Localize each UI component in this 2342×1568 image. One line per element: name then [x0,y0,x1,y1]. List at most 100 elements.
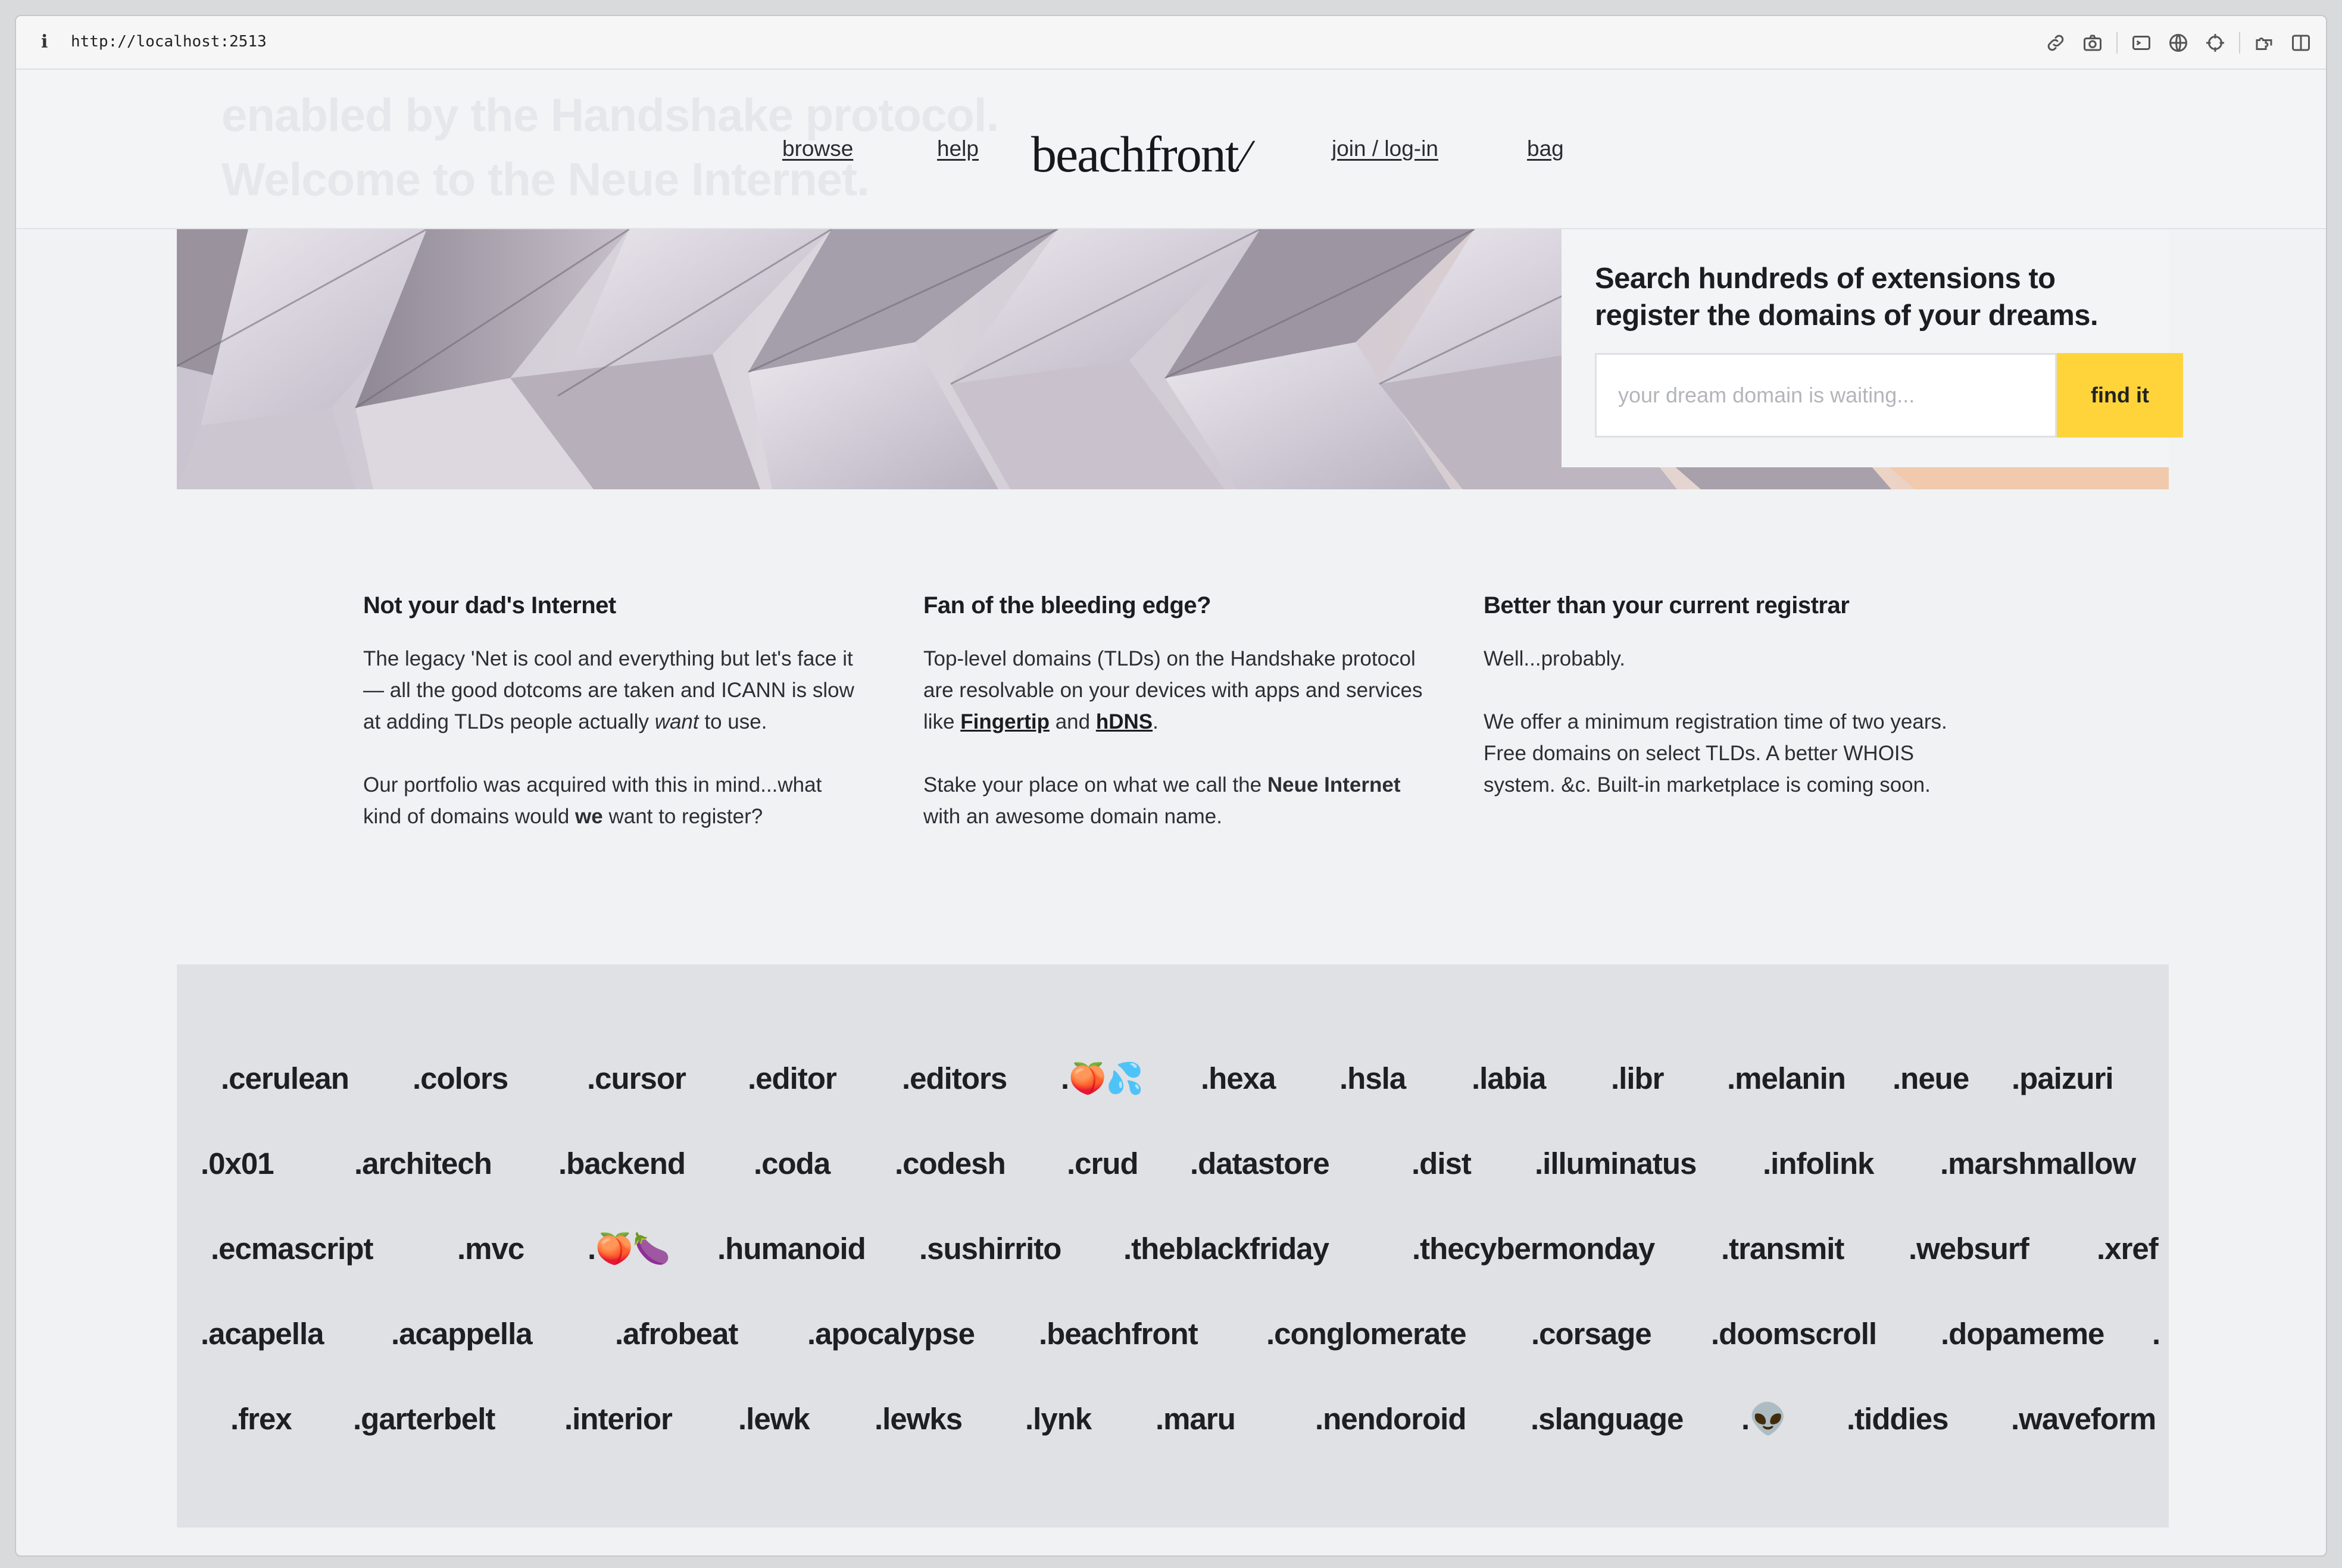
tld-link[interactable]: .illuminatus [1535,1146,1697,1181]
tld-link[interactable]: .corsage [1531,1316,1652,1351]
tld-link[interactable]: .apocalypse [807,1316,975,1351]
tld-link[interactable]: .lewk [738,1401,810,1436]
tld-link[interactable]: .transmit [1721,1231,1844,1266]
tld-link[interactable]: .mvc [457,1231,524,1266]
tld-link[interactable]: .paizuri [2012,1061,2114,1096]
tld-link[interactable]: .websurf [1909,1231,2029,1266]
feature-column: Not your dad's Internet The legacy 'Net … [363,592,863,832]
text: want to register? [602,805,763,828]
tld-link[interactable]: .editor [748,1061,837,1096]
tld-link[interactable]: .🍑💦 [1061,1061,1144,1097]
text: with an awesome domain name. [923,805,1222,828]
tld-link[interactable]: .conglomerate [1266,1316,1467,1351]
tld-link[interactable]: .backend [558,1146,686,1181]
site-header: enabled by the Handshake protocol. Welco… [16,70,2326,229]
feature-paragraph: Well...probably. [1484,647,1625,670]
tld-link[interactable]: .tiddies [1847,1401,1949,1436]
strong-text: Neue Internet [1267,773,1401,797]
tld-link[interactable]: .nendoroid [1315,1401,1466,1436]
tld-link[interactable]: .ecmascript [211,1231,373,1266]
browser-window: i http://localhost:2513 enabled by the H… [15,15,2327,1557]
link-icon[interactable] [2043,30,2069,56]
tld-link[interactable]: .lewks [875,1401,963,1436]
tld-link[interactable]: .codesh [895,1146,1006,1181]
tld-link[interactable]: .afrobeat [615,1316,738,1351]
tld-link[interactable]: .waveform [2011,1401,2156,1436]
tld-link[interactable]: .architech [354,1146,492,1181]
feature-paragraph: Our portfolio was acquired with this in … [363,769,863,832]
domain-search-input[interactable] [1595,353,2057,438]
tld-panel: .cerulean .colors .cursor .editor .edito… [177,964,2169,1528]
tld-link[interactable]: .slanguage [1531,1401,1684,1436]
address-bar[interactable]: http://localhost:2513 [71,33,267,51]
text: to use. [698,710,767,733]
tld-link[interactable]: .beachfront [1039,1316,1198,1351]
tld-link[interactable]: .humanoid [717,1231,866,1266]
nav-help[interactable]: help [937,136,979,161]
tld-link[interactable]: .coda [754,1146,830,1181]
tld-link[interactable]: .acapella [201,1316,324,1351]
tld-link[interactable]: .dist [1412,1146,1472,1181]
tld-link[interactable]: .acappella [391,1316,533,1351]
globe-icon[interactable] [2165,30,2191,56]
feature-paragraph: Stake your place on what we call the Neu… [923,769,1423,832]
text: Stake your place on what we call the [923,773,1267,797]
tld-link[interactable]: .editors [902,1061,1007,1096]
terminal-icon[interactable] [2128,30,2154,56]
tld-link[interactable]: .datastore [1190,1146,1330,1181]
fingertip-link[interactable]: Fingertip [960,710,1050,733]
find-it-button[interactable]: find it [2057,353,2183,438]
nav-join-login[interactable]: join / log-in [1332,136,1438,161]
site-logo[interactable]: beachfront/ [1031,124,1257,184]
toolbar-divider [2239,32,2240,54]
tld-link[interactable]: .infolink [1763,1146,1874,1181]
tld-link[interactable]: .libr [1611,1061,1665,1096]
tld-link[interactable]: .frex [230,1401,292,1436]
camera-icon[interactable] [2079,30,2106,56]
emphasis-text: want [654,710,699,733]
toolbar-divider [2116,32,2118,54]
tld-link[interactable]: .xref [2097,1231,2159,1266]
tld-link[interactable]: .0x01 [201,1146,274,1181]
tld-link[interactable]: .interior [564,1401,673,1436]
nav-browse[interactable]: browse [782,136,853,161]
feature-title: Fan of the bleeding edge? [923,592,1211,619]
tld-link[interactable]: .neue [1893,1061,1969,1096]
tld-link[interactable]: .cerulean [221,1061,349,1096]
tld-link[interactable]: . [2152,1316,2160,1351]
tld-link[interactable]: .hexa [1201,1061,1276,1096]
crosshair-icon[interactable] [2202,30,2228,56]
text: . [1153,710,1158,733]
text: and [1049,710,1096,733]
feature-title: Not your dad's Internet [363,592,616,619]
tld-link[interactable]: .🍑🍆 [588,1231,670,1267]
tld-link[interactable]: .lynk [1025,1401,1092,1436]
nav-bag[interactable]: bag [1527,136,1564,161]
search-heading: Search hundreds of extensions to registe… [1595,263,2099,332]
tld-link[interactable]: .thecybermonday [1412,1231,1655,1266]
extension-icon[interactable] [2251,30,2277,56]
feature-column: Fan of the bleeding edge? Top-level doma… [923,592,1423,832]
tld-link[interactable]: .doomscroll [1711,1316,1877,1351]
hdns-link[interactable]: hDNS [1096,710,1153,733]
ghost-hero-text: enabled by the Handshake protocol. Welco… [221,83,999,211]
tld-link[interactable]: .colors [413,1061,508,1096]
strong-text: we [575,805,603,828]
toolbar-icons [2032,29,2314,57]
tld-link[interactable]: .marshmallow [1940,1146,2136,1181]
feature-column: Better than your current registrar Well.… [1484,592,1984,801]
tld-link[interactable]: .👽 [1741,1401,1787,1437]
tld-link[interactable]: .sushirrito [919,1231,1061,1266]
tld-link[interactable]: .garterbelt [353,1401,495,1436]
feature-paragraph: We offer a minimum registration time of … [1484,710,1947,797]
tld-link[interactable]: .hsla [1339,1061,1406,1096]
tld-link[interactable]: .maru [1156,1401,1236,1436]
sidebar-icon[interactable] [2288,30,2314,56]
tld-link[interactable]: .melanin [1727,1061,1846,1096]
info-icon[interactable]: i [41,32,48,52]
tld-link[interactable]: .theblackfriday [1123,1231,1329,1266]
tld-link[interactable]: .cursor [587,1061,686,1096]
tld-link[interactable]: .dopameme [1941,1316,2104,1351]
tld-link[interactable]: .labia [1472,1061,1546,1096]
tld-link[interactable]: .crud [1067,1146,1139,1181]
